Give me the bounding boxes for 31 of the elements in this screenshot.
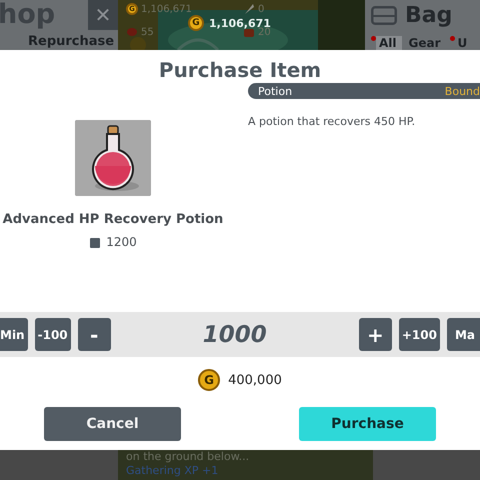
- potion-icon: [75, 120, 151, 196]
- binding-label: Bound: [444, 84, 480, 98]
- item-description: A potion that recovers 450 HP.: [248, 115, 416, 128]
- quantity-button[interactable]: -: [78, 318, 111, 351]
- stat-value: 55: [141, 26, 154, 38]
- feather-icon: [243, 3, 255, 15]
- bag-tab[interactable]: All: [376, 36, 402, 50]
- currency-amount: 1,106,671: [209, 16, 271, 30]
- quantity-button[interactable]: -100: [34, 318, 71, 351]
- stat-value: 1,106,671: [141, 4, 192, 14]
- bag-title: Bag: [405, 2, 452, 28]
- log-line: Gathering XP +1: [126, 464, 220, 478]
- stat-value: 0: [258, 4, 264, 14]
- item-weight: 1200: [106, 235, 137, 249]
- log-line: on the ground below...: [126, 450, 250, 464]
- price: 400,000: [228, 372, 282, 388]
- notification-dot: [371, 36, 376, 41]
- notification-dot: [450, 36, 455, 41]
- dialog-title: Purchase Item: [158, 58, 322, 82]
- stat-value: 20: [258, 26, 271, 38]
- quantity-button[interactable]: Ma: [446, 318, 480, 351]
- cancel-button[interactable]: Cancel: [44, 407, 181, 441]
- item-name: Advanced HP Recovery Potion: [2, 212, 224, 227]
- bag-icon: [371, 6, 397, 24]
- item-category: Potion: [258, 84, 292, 98]
- coin-icon: G: [198, 369, 220, 391]
- purchase-button[interactable]: Purchase: [299, 407, 436, 441]
- quantity-button[interactable]: Min: [0, 318, 28, 351]
- quantity-button[interactable]: +: [358, 318, 392, 351]
- quantity-button[interactable]: +100: [398, 318, 440, 351]
- quantity-value: 1000: [202, 322, 267, 348]
